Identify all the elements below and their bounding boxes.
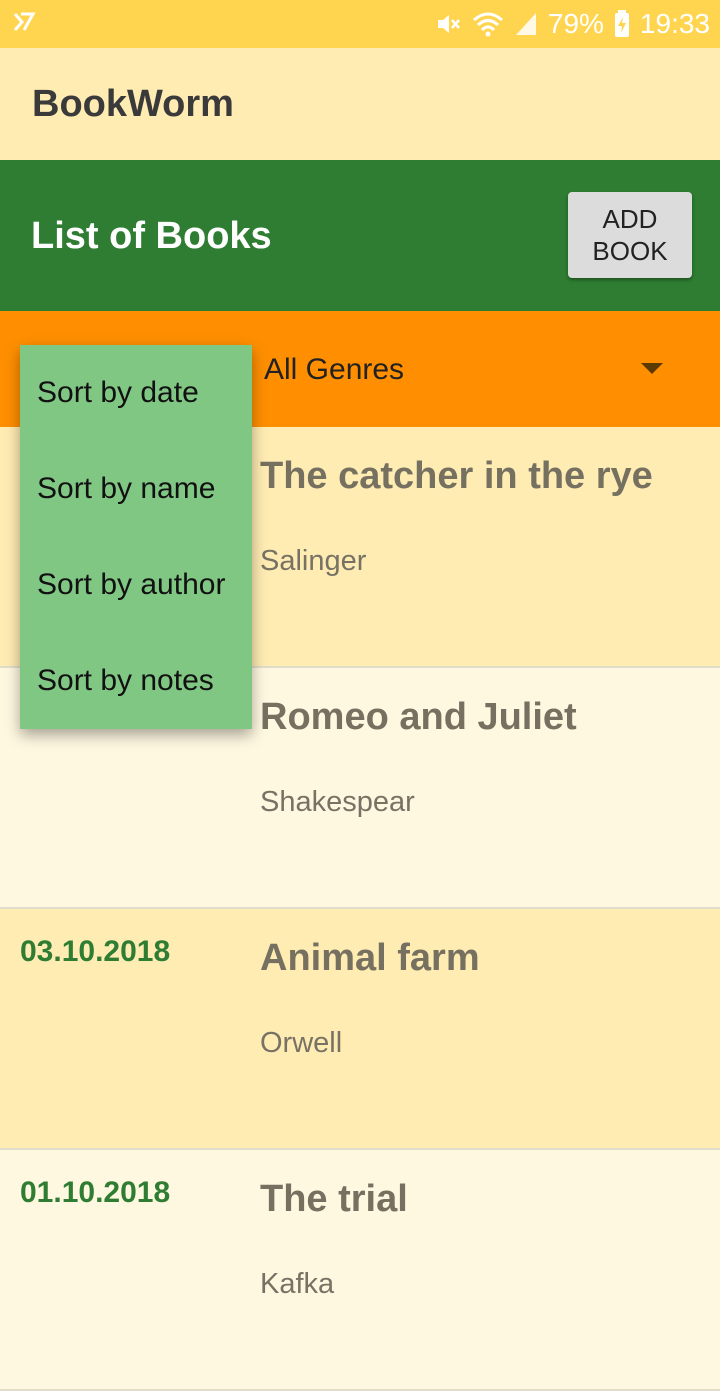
wifi-icon <box>472 10 504 38</box>
mute-icon <box>434 10 462 38</box>
genre-dropdown[interactable]: All Genres <box>264 353 404 387</box>
book-date: 01.10.2018 <box>20 1176 171 1209</box>
book-author: Salinger <box>260 545 367 577</box>
book-author: Orwell <box>260 1027 343 1059</box>
signal-icon <box>514 11 538 37</box>
page-title: List of Books <box>31 215 272 257</box>
clock: 19:33 <box>639 8 710 39</box>
app-bar: BookWorm <box>0 48 720 160</box>
book-date: 03.10.2018 <box>20 935 171 968</box>
chevron-down-icon[interactable] <box>641 363 663 374</box>
book-title: Romeo and Juliet <box>260 696 577 738</box>
sort-by-notes-option[interactable]: Sort by notes <box>20 633 252 729</box>
sort-by-date-option[interactable]: Sort by date <box>20 345 252 441</box>
status-bar: 79% 19:33 <box>0 0 720 48</box>
sort-by-author-option[interactable]: Sort by author <box>20 537 252 633</box>
battery-percent: 79% <box>547 8 604 39</box>
book-title: The trial <box>260 1178 408 1220</box>
book-title: The catcher in the rye <box>260 455 653 497</box>
app-notification-icon <box>12 10 36 39</box>
battery-charging-icon <box>614 10 630 38</box>
app-title: BookWorm <box>32 82 234 125</box>
add-book-button[interactable]: ADD BOOK <box>568 192 692 278</box>
book-title: Animal farm <box>260 937 480 979</box>
book-author: Kafka <box>260 1268 335 1300</box>
book-row[interactable]: 01.10.2018 The trial Kafka <box>0 1150 720 1391</box>
list-header: List of Books ADD BOOK <box>0 160 720 311</box>
sort-by-name-option[interactable]: Sort by name <box>20 441 252 537</box>
book-author: Shakespear <box>260 786 415 818</box>
sort-menu: Sort by date Sort by name Sort by author… <box>20 345 252 729</box>
book-row[interactable]: 03.10.2018 Animal farm Orwell <box>0 909 720 1150</box>
